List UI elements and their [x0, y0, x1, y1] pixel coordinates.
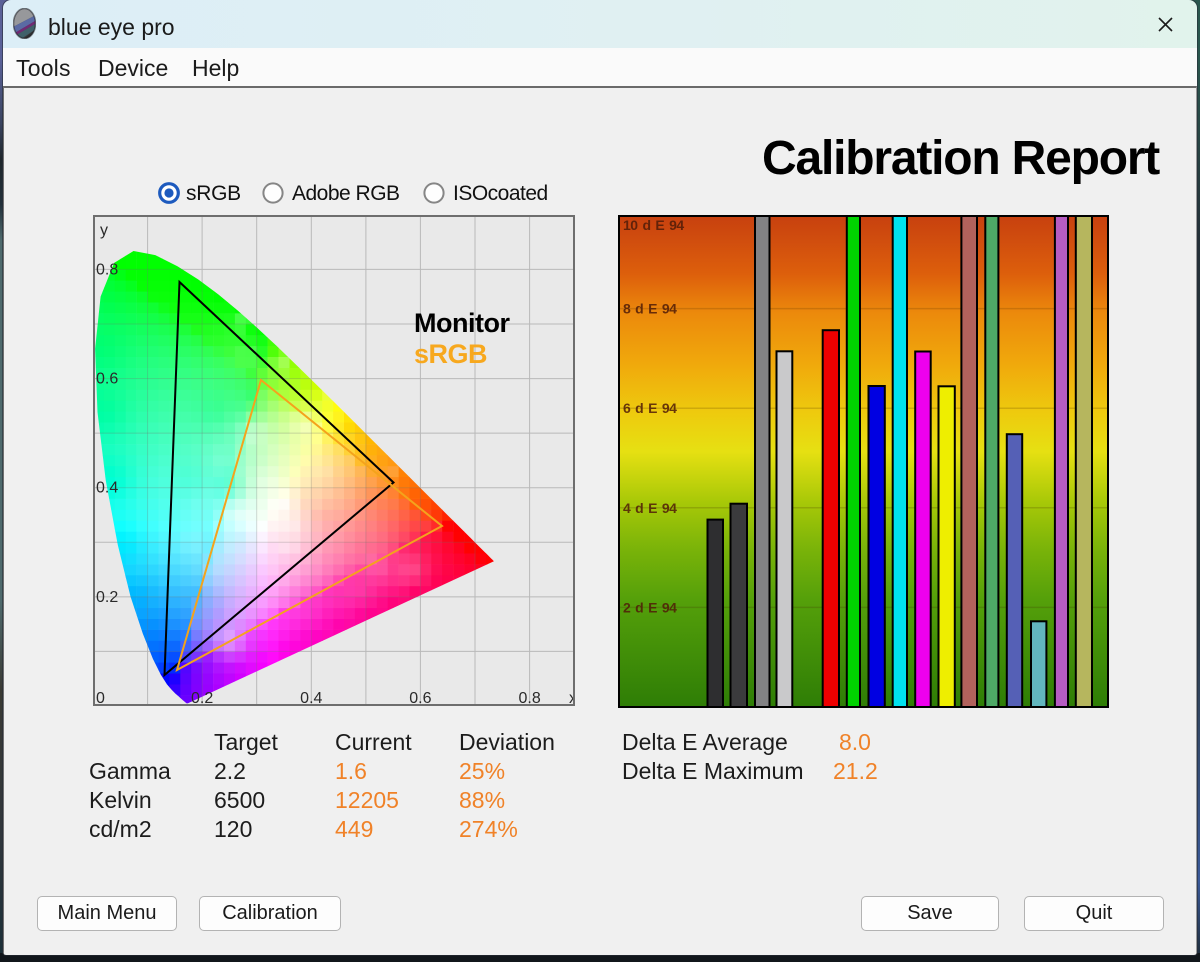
svg-text:10 d E 94: 10 d E 94: [623, 217, 684, 233]
svg-text:0.6: 0.6: [96, 371, 118, 388]
svg-text:4 d E 94: 4 d E 94: [623, 500, 677, 516]
svg-text:0.8: 0.8: [518, 690, 540, 706]
svg-text:2 d E 94: 2 d E 94: [623, 599, 677, 615]
svg-text:0.2: 0.2: [191, 690, 213, 706]
svg-text:0: 0: [96, 690, 105, 706]
svg-text:0.2: 0.2: [96, 589, 118, 606]
svg-text:0.8: 0.8: [96, 261, 118, 278]
svg-text:6 d E 94: 6 d E 94: [623, 400, 677, 416]
svg-text:y: y: [100, 222, 108, 239]
svg-text:0.4: 0.4: [300, 690, 322, 706]
svg-text:0.4: 0.4: [96, 480, 118, 497]
svg-text:8 d E 94: 8 d E 94: [623, 301, 677, 317]
svg-text:0.6: 0.6: [409, 690, 431, 706]
